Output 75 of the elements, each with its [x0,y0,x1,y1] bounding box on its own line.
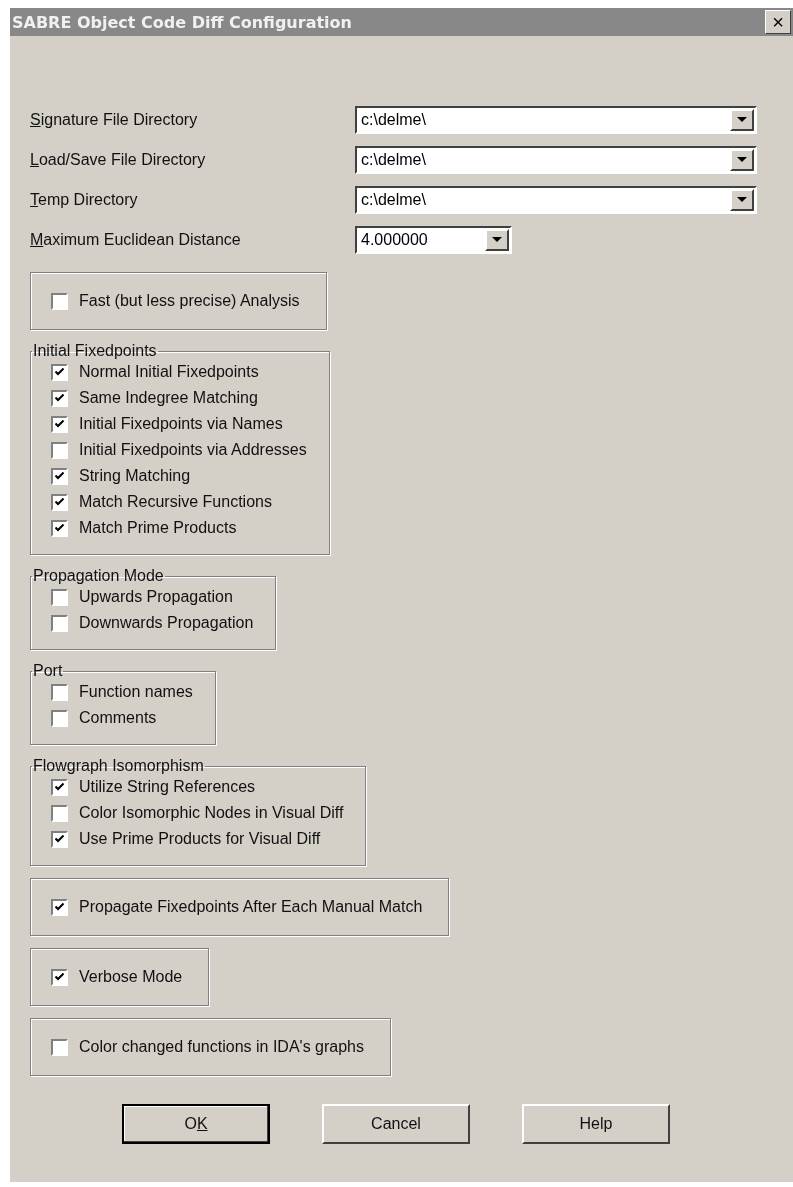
dropdown-button[interactable] [730,149,754,171]
checkbox[interactable] [51,709,68,727]
checkbox[interactable] [51,493,68,511]
checkbox-label: Fast (but less precise) Analysis [79,292,300,310]
checkbox[interactable] [51,614,68,632]
checkbox[interactable] [51,1038,68,1056]
combo-box[interactable]: c:\delme\ [355,186,757,214]
checkbox[interactable] [51,389,68,407]
check-icon [55,394,64,402]
window-title: SABRE Object Code Diff Configuration [12,12,352,32]
combo-box[interactable]: c:\delme\ [355,106,757,134]
group-title: Flowgraph Isomorphism [32,757,205,775]
field-label: Maximum Euclidean Distance [30,231,242,249]
checkbox[interactable] [51,292,68,310]
down-arrow-icon [737,157,747,163]
checkbox-label: Verbose Mode [79,968,183,986]
field-label: Temp Directory [30,191,139,209]
checkbox-label: Initial Fixedpoints via Addresses [79,441,307,459]
checkbox-label: Use Prime Products for Visual Diff [79,830,321,848]
check-icon [55,783,64,791]
checkbox[interactable] [51,467,68,485]
field-label: Load/Save File Directory [30,151,207,169]
dialog-button[interactable]: Cancel [322,1104,470,1144]
checkbox[interactable] [51,588,68,606]
down-arrow-icon [737,117,747,123]
combo-value: c:\delme\ [360,191,426,209]
down-arrow-icon [492,237,502,243]
down-arrow-icon [737,197,747,203]
checkbox-label: Color Isomorphic Nodes in Visual Diff [79,804,344,822]
combo-box[interactable]: 4.000000 [355,226,512,254]
check-icon [55,368,64,376]
checkbox-label: Upwards Propagation [79,588,233,606]
close-button[interactable]: × [765,10,791,34]
dialog-button[interactable]: OK [122,1104,270,1144]
checkbox[interactable] [51,778,68,796]
combo-box[interactable]: c:\delme\ [355,146,757,174]
checkbox-label: String Matching [79,467,191,485]
checkbox[interactable] [51,898,68,916]
dialog-button[interactable]: Help [522,1104,670,1144]
checkbox-label: Match Prime Products [79,519,237,537]
checkbox[interactable] [51,683,68,701]
checkbox[interactable] [51,363,68,381]
checkbox-label: Function names [79,683,193,701]
check-icon [55,903,64,911]
checkbox-label: Color changed functions in IDA's graphs [79,1038,364,1056]
field-label: Signature File Directory [30,111,199,129]
check-icon [55,524,64,532]
checkbox-label: Downwards Propagation [79,614,254,632]
group-title: Port [32,662,64,680]
checkbox[interactable] [51,968,68,986]
dropdown-button[interactable] [730,189,754,211]
checkbox-label: Utilize String References [79,778,256,796]
dropdown-button[interactable] [485,229,509,251]
checkbox[interactable] [51,830,68,848]
group-title: Initial Fixedpoints [32,342,158,360]
checkbox-label: Match Recursive Functions [79,493,272,511]
check-icon [55,498,64,506]
dropdown-button[interactable] [730,109,754,131]
combo-value: c:\delme\ [360,151,426,169]
checkbox[interactable] [51,441,68,459]
checkbox[interactable] [51,519,68,537]
checkbox-label: Propagate Fixedpoints After Each Manual Match [79,898,423,916]
checkbox[interactable] [51,415,68,433]
group-title: Propagation Mode [32,567,165,585]
checkbox[interactable] [51,804,68,822]
checkbox-label: Initial Fixedpoints via Names [79,415,283,433]
check-icon [55,973,64,981]
combo-value: 4.000000 [360,231,428,249]
check-icon [55,472,64,480]
checkbox-label: Same Indegree Matching [79,389,258,407]
combo-value: c:\delme\ [360,111,426,129]
check-icon [55,835,64,843]
checkbox-label: Comments [79,709,157,727]
check-icon [55,420,64,428]
checkbox-label: Normal Initial Fixedpoints [79,363,259,381]
